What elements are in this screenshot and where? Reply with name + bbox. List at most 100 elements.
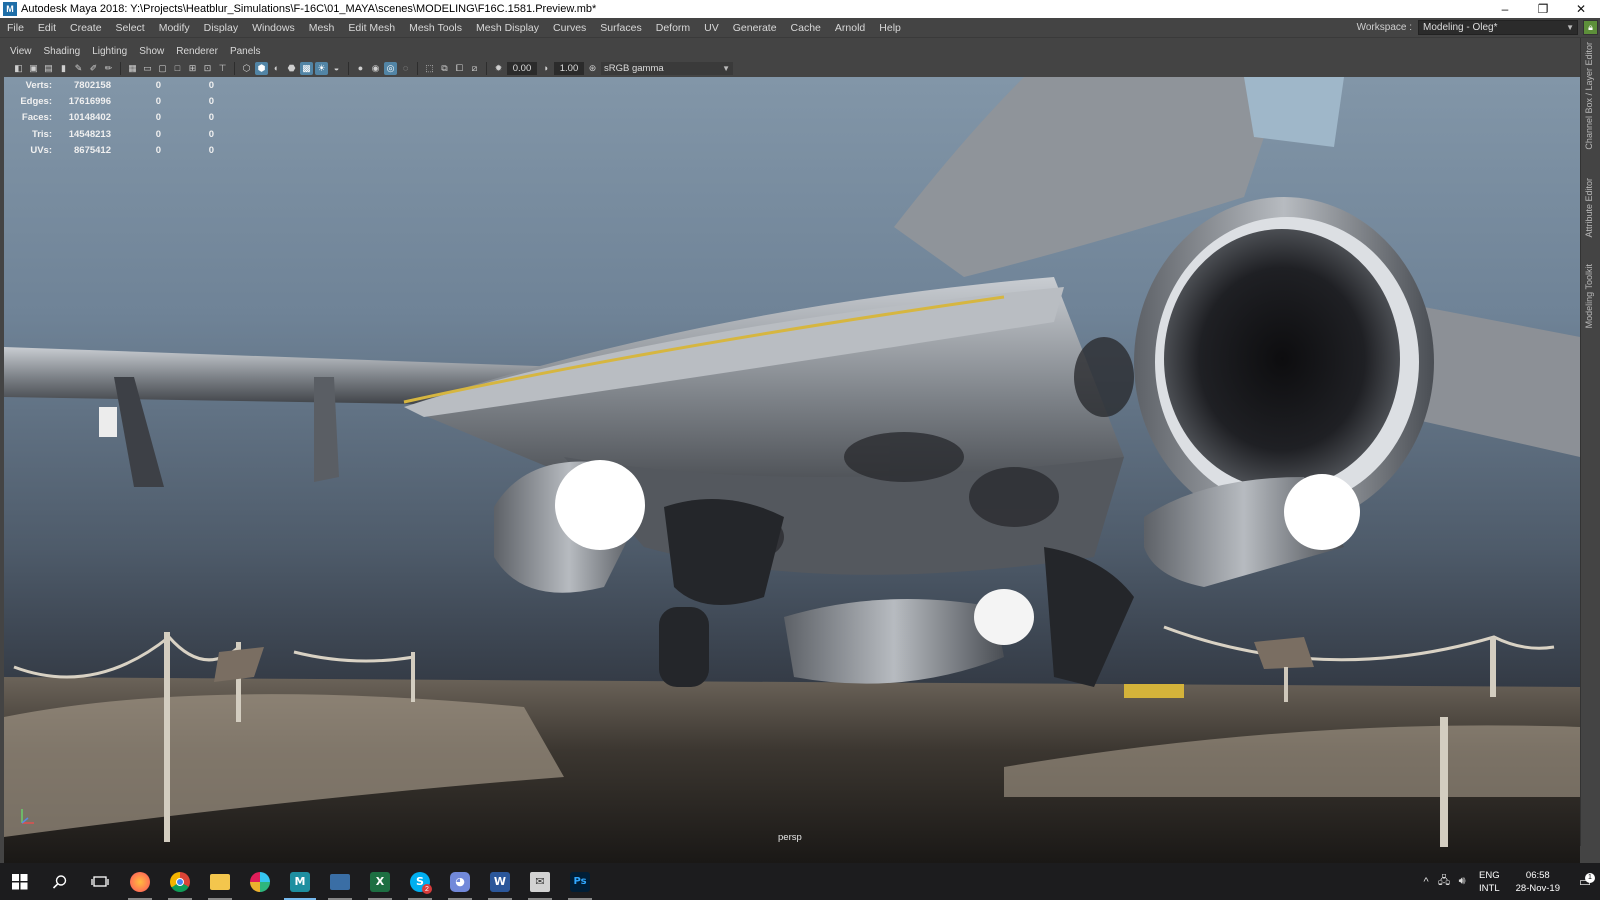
menu-file[interactable]: File — [0, 22, 31, 34]
excel-icon[interactable]: X — [360, 863, 400, 900]
gate-mask-icon[interactable]: □ — [171, 62, 184, 75]
menu-arnold[interactable]: Arnold — [828, 22, 872, 34]
menu-windows[interactable]: Windows — [245, 22, 302, 34]
menu-cache[interactable]: Cache — [784, 22, 828, 34]
safe-title-icon[interactable]: ⊤ — [216, 62, 229, 75]
menu-deform[interactable]: Deform — [649, 22, 697, 34]
panel-menu-lighting[interactable]: Lighting — [86, 46, 133, 57]
motion-blur-icon[interactable]: ◉ — [369, 62, 382, 75]
input-language[interactable]: ENG INTL — [1479, 869, 1500, 895]
wing-pylon-light — [99, 407, 117, 437]
tab-channel-box[interactable]: Channel Box / Layer Editor — [1584, 42, 1594, 150]
resolution-gate-icon[interactable]: ▢ — [156, 62, 169, 75]
panel-menu-shading[interactable]: Shading — [38, 46, 87, 57]
tab-attribute-editor[interactable]: Attribute Editor — [1584, 178, 1594, 238]
search-icon[interactable] — [40, 863, 80, 900]
grease-pencil-eraser-icon[interactable]: ✏ — [102, 62, 115, 75]
grid-icon[interactable]: ▦ — [126, 62, 139, 75]
exposure-field[interactable]: 0.00 — [507, 61, 537, 75]
image-plane-icon[interactable]: ▮ — [57, 62, 70, 75]
right-side-tabs: Channel Box / Layer Editor Attribute Edi… — [1580, 38, 1600, 846]
menu-uv[interactable]: UV — [697, 22, 726, 34]
tab-modeling-toolkit[interactable]: Modeling Toolkit — [1584, 264, 1594, 328]
scene-render — [4, 77, 1580, 863]
left-tank-cap — [555, 460, 645, 550]
photoshop-icon[interactable]: Ps — [560, 863, 600, 900]
hud-total: 14548213 — [68, 128, 111, 140]
gamma-icon[interactable]: ◑ — [539, 62, 552, 75]
windows-start-icon[interactable] — [0, 863, 40, 900]
hud-total: 17616996 — [68, 95, 111, 107]
menu-curves[interactable]: Curves — [546, 22, 593, 34]
field-chart-icon[interactable]: ⊞ — [186, 62, 199, 75]
textured-icon[interactable]: ▩ — [300, 61, 313, 75]
network-icon[interactable]: 🖧︎ — [1435, 872, 1453, 891]
menu-create[interactable]: Create — [63, 22, 109, 34]
panel-menu-show[interactable]: Show — [133, 46, 170, 57]
minimize-button[interactable]: – — [1486, 0, 1524, 18]
menu-generate[interactable]: Generate — [726, 22, 784, 34]
menu-surfaces[interactable]: Surfaces — [593, 22, 648, 34]
menu-mesh-tools[interactable]: Mesh Tools — [402, 22, 469, 34]
menu-display[interactable]: Display — [197, 22, 245, 34]
close-button[interactable]: ✕ — [1562, 0, 1600, 18]
menu-select[interactable]: Select — [109, 22, 152, 34]
xray-icon[interactable]: ⧉ — [438, 62, 451, 75]
default-material-icon[interactable]: ◐ — [270, 62, 283, 75]
chevron-up-icon[interactable]: ^ — [1417, 876, 1435, 888]
use-all-lights-icon[interactable]: ☀ — [315, 61, 328, 75]
shadows-icon[interactable]: ◒ — [330, 62, 343, 75]
camera-attributes-icon[interactable]: ▣ — [27, 62, 40, 75]
outlook-app-icon[interactable]: ✉ — [520, 863, 560, 900]
word-icon[interactable]: W — [480, 863, 520, 900]
panel-menu-panels[interactable]: Panels — [224, 46, 267, 57]
window-app-icon[interactable] — [320, 863, 360, 900]
hud-selected: 0 — [155, 112, 161, 124]
depth-of-field-icon[interactable]: ◌ — [399, 62, 412, 75]
wireframe-on-shaded-icon[interactable]: ⬣ — [285, 62, 298, 75]
wireframe-icon[interactable]: ⬡ — [240, 62, 253, 75]
safe-action-icon[interactable]: ⊡ — [201, 62, 214, 75]
menu-mesh[interactable]: Mesh — [302, 22, 342, 34]
film-gate-icon[interactable]: ▭ — [141, 62, 154, 75]
restore-button[interactable]: ❐ — [1524, 0, 1562, 18]
file-explorer-icon[interactable] — [200, 863, 240, 900]
gamma-field[interactable]: 1.00 — [554, 61, 584, 75]
panel-menu-view[interactable]: View — [4, 46, 38, 57]
panel-menu-renderer[interactable]: Renderer — [170, 46, 224, 57]
discord-icon[interactable]: ◕ — [440, 863, 480, 900]
perspective-viewport[interactable]: Verts: 7802158 0 0 Edges: 17616996 0 0 F… — [4, 77, 1580, 863]
volume-icon[interactable]: 🔊︎ — [1453, 875, 1471, 888]
skype-icon[interactable]: S2 — [400, 863, 440, 900]
isolate-select-icon[interactable]: ⬚ — [423, 62, 436, 75]
smooth-shade-icon[interactable]: ⬢ — [255, 61, 268, 75]
firefox-icon[interactable] — [120, 863, 160, 900]
anti-aliasing-icon[interactable]: ◎ — [384, 61, 397, 75]
xray-active-components-icon[interactable]: ⧠ — [453, 62, 466, 75]
color-management-icon[interactable]: ⊛ — [586, 62, 599, 75]
two-d-pan-zoom-icon[interactable]: ✎ — [72, 62, 85, 75]
maya-taskbar-icon[interactable]: M — [280, 863, 320, 900]
view-transform-dropdown[interactable]: sRGB gamma ▼ — [601, 61, 733, 75]
chrome-icon[interactable] — [160, 863, 200, 900]
menu-mesh-display[interactable]: Mesh Display — [469, 22, 546, 34]
exposure-icon[interactable]: ✹ — [492, 62, 505, 75]
menu-modify[interactable]: Modify — [152, 22, 197, 34]
menu-edit-mesh[interactable]: Edit Mesh — [341, 22, 402, 34]
slack-icon[interactable] — [240, 863, 280, 900]
grease-pencil-icon[interactable]: ✐ — [87, 62, 100, 75]
screen-space-ao-icon[interactable]: ● — [354, 62, 367, 75]
menu-edit[interactable]: Edit — [31, 22, 63, 34]
toolbar-separator — [120, 61, 121, 75]
hud-row-tris: Tris: 14548213 0 0 — [14, 126, 214, 142]
notification-icon[interactable]: ▭ 1 — [1570, 872, 1600, 890]
engine-nozzle-inner — [1164, 229, 1400, 489]
lock-icon[interactable]: 🔒︎ — [1583, 20, 1598, 35]
bookmarks-icon[interactable]: ▤ — [42, 62, 55, 75]
xray-joints-icon[interactable]: ⧄ — [468, 62, 481, 75]
select-camera-icon[interactable]: ◧ — [12, 62, 25, 75]
workspace-dropdown[interactable]: Modeling - Oleg* ▼ — [1418, 20, 1578, 35]
task-view-icon[interactable] — [80, 863, 120, 900]
menu-help[interactable]: Help — [872, 22, 908, 34]
clock[interactable]: 06:58 28-Nov-19 — [1516, 869, 1560, 895]
